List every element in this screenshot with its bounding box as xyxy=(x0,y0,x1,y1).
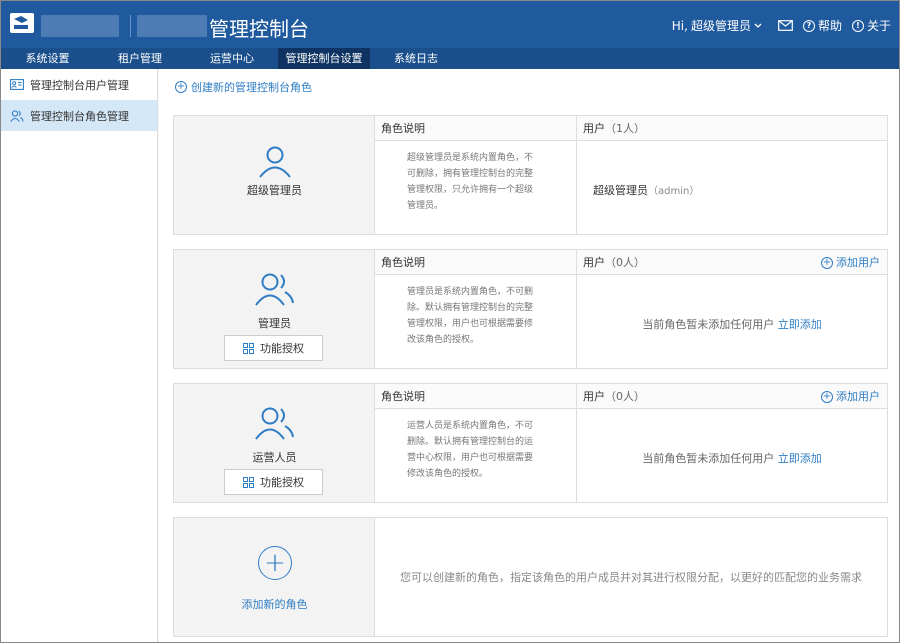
redacted-block xyxy=(41,15,119,37)
sidebar: 管理控制台用户管理 管理控制台角色管理 xyxy=(1,69,158,642)
sidebar-item-user-management[interactable]: 管理控制台用户管理 xyxy=(1,69,157,100)
add-role-description: 您可以创建新的角色，指定该角色的用户成员并对其进行权限分配，以更好的匹配您的业务… xyxy=(400,571,862,584)
function-auth-button[interactable]: 功能授权 xyxy=(224,469,323,495)
role-card-admin: 管理员 功能授权 角色说明 管理员是系统内置角色，不可删除。默认拥有管理控制台的… xyxy=(173,249,888,369)
main-content: + 创建新的管理控制台角色 超级管理员 角色说明 超级管理员是系统内置角色，不可… xyxy=(159,69,899,642)
help-label: 帮助 xyxy=(817,19,842,33)
empty-users-message: 当前角色暂未添加任何用户 立即添加 xyxy=(577,316,887,332)
create-role-link[interactable]: + 创建新的管理控制台角色 xyxy=(175,79,312,95)
tab-system-settings[interactable]: 系统设置 xyxy=(1,48,94,69)
role-summary: 运营人员 功能授权 xyxy=(174,384,375,502)
add-user-label: 添加用户 xyxy=(836,256,880,269)
empty-users-message: 当前角色暂未添加任何用户 立即添加 xyxy=(577,450,887,466)
add-user-label: 添加用户 xyxy=(836,390,880,403)
chevron-down-icon xyxy=(754,23,762,28)
users-icon xyxy=(174,272,375,306)
header-actions: Hi, 超级管理员 ? 帮助 ! 关于 xyxy=(672,17,891,34)
role-description: 超级管理员是系统内置角色，不可删除，拥有管理控制台的完整管理权限，只允许拥有一个… xyxy=(407,153,534,211)
about-label: 关于 xyxy=(866,19,891,33)
role-description-column: 角色说明 管理员是系统内置角色，不可删除。默认拥有管理控制台的完整管理权限，用户… xyxy=(375,250,577,368)
users-icon xyxy=(10,109,24,122)
user-menu[interactable]: Hi, 超级管理员 xyxy=(672,17,762,34)
role-summary: 管理员 功能授权 xyxy=(174,250,375,368)
users-header: 用户（1人） xyxy=(577,116,887,141)
role-summary: 超级管理员 xyxy=(174,116,375,234)
greeting-text: Hi, xyxy=(671,18,688,33)
tab-system-log[interactable]: 系统日志 xyxy=(370,48,462,69)
add-circle-icon[interactable]: + xyxy=(258,546,292,580)
add-user-button[interactable]: + 添加用户 xyxy=(821,250,880,275)
header-divider xyxy=(130,15,131,37)
help-button[interactable]: ? 帮助 xyxy=(802,17,842,34)
users-header: 用户（0人） + 添加用户 xyxy=(577,250,887,275)
grid-icon xyxy=(243,476,254,488)
user-name: 超级管理员 xyxy=(593,184,648,197)
description-header: 角色说明 xyxy=(375,384,576,409)
role-name: 超级管理员 xyxy=(247,184,302,197)
description-header: 角色说明 xyxy=(375,116,576,141)
grid-icon xyxy=(243,342,254,354)
role-card-super-admin: 超级管理员 角色说明 超级管理员是系统内置角色，不可删除，拥有管理控制台的完整管… xyxy=(173,115,888,235)
id-card-icon xyxy=(10,79,24,90)
create-role-label: 创建新的管理控制台角色 xyxy=(191,81,312,94)
users-header-label: 用户 xyxy=(583,256,605,269)
role-description-column: 角色说明 超级管理员是系统内置角色，不可删除，拥有管理控制台的完整管理权限，只允… xyxy=(375,116,577,234)
users-header-label: 用户 xyxy=(583,390,605,403)
role-users-column: 用户（0人） + 添加用户 当前角色暂未添加任何用户 立即添加 xyxy=(577,384,887,502)
add-role-label[interactable]: 添加新的角色 xyxy=(174,596,375,612)
users-icon xyxy=(174,406,375,440)
user-count: （0人） xyxy=(605,390,645,403)
app-frame: 管理控制台 Hi, 超级管理员 ? 帮助 ! 关于 系统设置 租户管理 运营中心… xyxy=(0,0,900,643)
function-auth-button[interactable]: 功能授权 xyxy=(224,335,323,361)
user-icon xyxy=(174,146,375,178)
user-entry: 超级管理员（admin） xyxy=(593,182,699,198)
role-name: 管理员 xyxy=(258,317,291,330)
add-user-button[interactable]: + 添加用户 xyxy=(821,384,880,409)
plus-circle-icon: + xyxy=(821,256,833,269)
users-header-label: 用户 xyxy=(583,122,605,135)
add-now-link[interactable]: 立即添加 xyxy=(778,318,822,331)
tab-tenant-management[interactable]: 租户管理 xyxy=(94,48,186,69)
role-description: 管理员是系统内置角色，不可删除。默认拥有管理控制台的完整管理权限，用户也可根据需… xyxy=(407,287,534,345)
role-description-column: 角色说明 运营人员是系统内置角色，不可删除。默认拥有管理控制台的运营中心权限，用… xyxy=(375,384,577,502)
top-header: 管理控制台 Hi, 超级管理员 ? 帮助 ! 关于 xyxy=(1,1,899,48)
plus-circle-icon: + xyxy=(821,390,833,403)
empty-text: 当前角色暂未添加任何用户 xyxy=(642,318,775,331)
add-now-link[interactable]: 立即添加 xyxy=(778,452,822,465)
mail-icon[interactable] xyxy=(778,20,793,31)
logo-icon xyxy=(10,13,34,33)
role-card-operator: 运营人员 功能授权 角色说明 运营人员是系统内置角色，不可删除。默认拥有管理控制… xyxy=(173,383,888,503)
sidebar-item-label: 管理控制台用户管理 xyxy=(30,78,129,92)
help-icon: ? xyxy=(802,19,815,32)
auth-button-label: 功能授权 xyxy=(260,476,304,489)
redacted-block xyxy=(137,15,207,37)
tab-console-settings[interactable]: 管理控制台设置 xyxy=(278,48,370,69)
tab-operation-center[interactable]: 运营中心 xyxy=(186,48,278,69)
role-users-column: 用户（1人） 超级管理员（admin） xyxy=(577,116,887,234)
app-title: 管理控制台 xyxy=(209,17,309,41)
empty-text: 当前角色暂未添加任何用户 xyxy=(642,452,775,465)
user-count: （1人） xyxy=(605,122,645,135)
user-id: （admin） xyxy=(648,186,700,197)
users-header: 用户（0人） + 添加用户 xyxy=(577,384,887,409)
add-role-card: + 添加新的角色 您可以创建新的角色，指定该角色的用户成员并对其进行权限分配，以… xyxy=(173,517,888,637)
user-count: （0人） xyxy=(605,256,645,269)
role-name: 运营人员 xyxy=(252,451,297,464)
info-icon: ! xyxy=(851,19,864,32)
role-description: 运营人员是系统内置角色，不可删除。默认拥有管理控制台的运营中心权限，用户也可根据… xyxy=(407,421,534,479)
username: 超级管理员 xyxy=(690,19,751,33)
add-role-area[interactable]: + 添加新的角色 xyxy=(174,518,375,636)
about-button[interactable]: ! 关于 xyxy=(851,17,891,34)
main-nav: 系统设置 租户管理 运营中心 管理控制台设置 系统日志 xyxy=(1,48,899,69)
plus-circle-icon: + xyxy=(175,81,187,93)
auth-button-label: 功能授权 xyxy=(260,342,304,355)
sidebar-item-label: 管理控制台角色管理 xyxy=(30,109,129,123)
role-users-column: 用户（0人） + 添加用户 当前角色暂未添加任何用户 立即添加 xyxy=(577,250,887,368)
description-header: 角色说明 xyxy=(375,250,576,275)
sidebar-item-role-management[interactable]: 管理控制台角色管理 xyxy=(1,100,157,131)
